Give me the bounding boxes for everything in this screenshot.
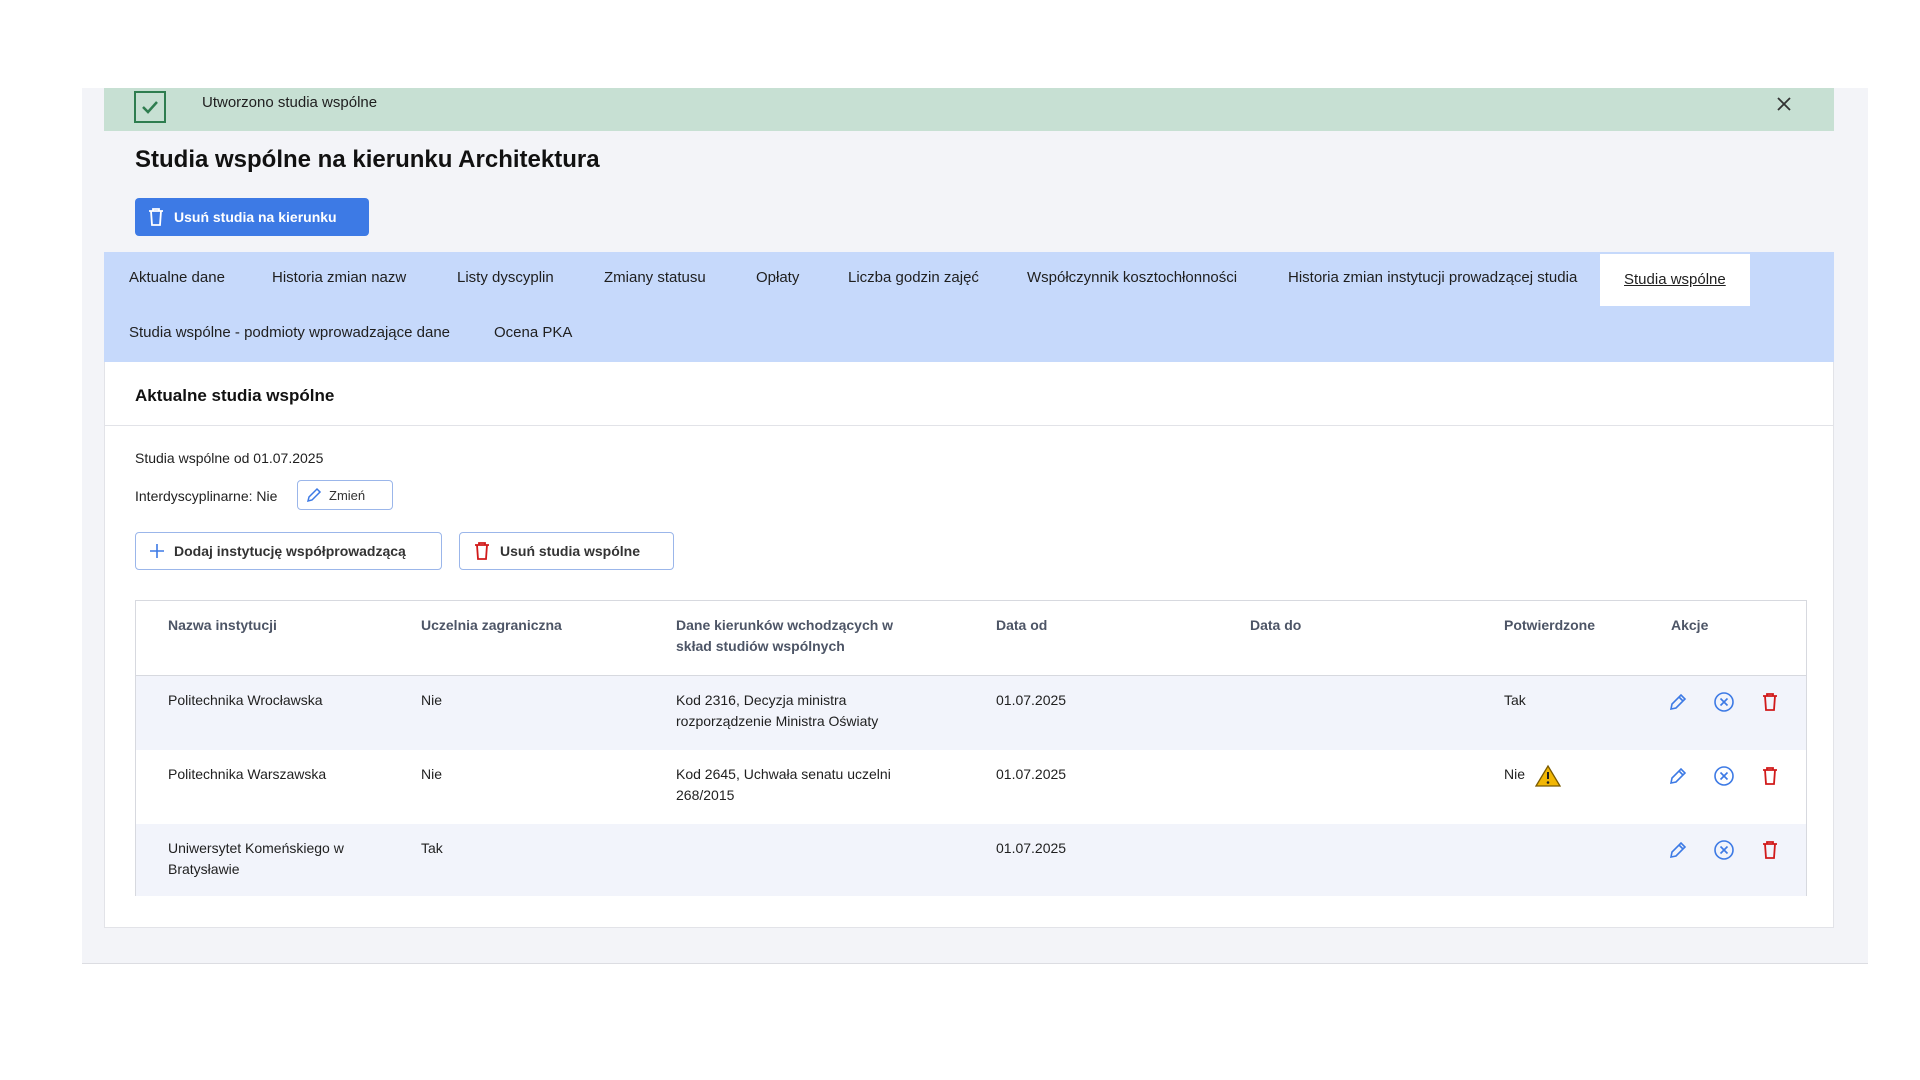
tab-name-history[interactable]: Historia zmian nazw — [272, 252, 406, 304]
pencil-icon[interactable] — [1666, 690, 1690, 714]
cell-details: Kod 2645, Uchwała senatu uczelni 268/201… — [676, 766, 891, 803]
trash-icon[interactable] — [1758, 838, 1782, 862]
column-header-actions: Akcje — [1671, 617, 1709, 633]
remove-joint-studies-label: Usuń studia wspólne — [500, 543, 641, 559]
success-alert: Utworzono studia wspólne — [104, 88, 1834, 131]
add-institution-label: Dodaj instytucję współprowadzącą — [174, 543, 406, 559]
cancel-circle-icon[interactable] — [1712, 838, 1736, 862]
remove-joint-studies-button[interactable]: Usuń studia wspólne — [459, 532, 674, 570]
cell-date-from: 01.07.2025 — [996, 692, 1067, 708]
column-header-date-to: Data do — [1250, 617, 1302, 633]
trash-icon — [474, 542, 490, 560]
since-date-text: Studia wspólne od 01.07.2025 — [135, 450, 324, 466]
check-icon — [134, 91, 166, 123]
tab-class-hours[interactable]: Liczba godzin zajęć — [848, 252, 979, 304]
pencil-icon[interactable] — [1666, 764, 1690, 788]
cell-date-from: 01.07.2025 — [996, 840, 1067, 856]
delete-program-button[interactable]: Usuń studia na kierunku — [135, 198, 369, 236]
trash-icon[interactable] — [1758, 764, 1782, 788]
interdisciplinary-text: Interdyscyplinarne: Nie — [135, 488, 278, 504]
cell-foreign: Nie — [421, 766, 443, 782]
cell-foreign: Nie — [421, 692, 443, 708]
tab-bar: Aktualne dane Historia zmian nazw Listy … — [104, 252, 1834, 362]
cell-foreign: Tak — [421, 840, 443, 856]
joint-studies-panel: Aktualne studia wspólne Studia wspólne o… — [104, 362, 1834, 928]
table-row: Uniwersytet Komeńskiego w Bratysławie Ta… — [136, 824, 1806, 896]
table-row: Politechnika Wrocławska Nie Kod 2316, De… — [136, 676, 1806, 750]
pencil-icon[interactable] — [1666, 838, 1690, 862]
tab-joint-studies[interactable]: Studia wspólne — [1600, 254, 1750, 306]
warning-icon — [1534, 764, 1562, 788]
tab-current-data[interactable]: Aktualne dane — [129, 252, 225, 304]
tab-fees[interactable]: Opłaty — [756, 252, 799, 304]
column-header-confirmed: Potwierdzone — [1504, 617, 1596, 633]
cancel-circle-icon[interactable] — [1712, 764, 1736, 788]
close-icon[interactable] — [1774, 94, 1794, 114]
plus-icon — [149, 543, 165, 559]
institutions-table: Nazwa instytucji Uczelnia zagraniczna Da… — [135, 600, 1807, 896]
tab-pka-assessment[interactable]: Ocena PKA — [494, 307, 572, 359]
column-header-details: Dane kierunków wchodzących w skład studi… — [676, 617, 894, 654]
cell-confirmed: Nie — [1504, 766, 1526, 782]
tab-joint-studies-entities[interactable]: Studia wspólne - podmioty wprowadzające … — [129, 307, 450, 359]
column-header-foreign: Uczelnia zagraniczna — [421, 617, 562, 633]
tab-cost-coefficient[interactable]: Współczynnik kosztochłonności — [1027, 252, 1237, 304]
trash-icon — [148, 208, 164, 226]
cancel-circle-icon[interactable] — [1712, 690, 1736, 714]
change-label: Zmień — [329, 487, 366, 503]
cell-confirmed: Tak — [1504, 692, 1526, 708]
add-institution-button[interactable]: Dodaj instytucję współprowadzącą — [135, 532, 442, 570]
column-header-name: Nazwa instytucji — [168, 617, 277, 633]
panel-title: Aktualne studia wspólne — [135, 386, 335, 405]
delete-program-label: Usuń studia na kierunku — [174, 209, 337, 225]
trash-icon[interactable] — [1758, 690, 1782, 714]
cell-date-from: 01.07.2025 — [996, 766, 1067, 782]
pencil-icon — [306, 487, 322, 503]
tab-discipline-lists[interactable]: Listy dyscyplin — [457, 252, 554, 304]
cell-name: Uniwersytet Komeńskiego w Bratysławie — [168, 840, 344, 877]
page-title: Studia wspólne na kierunku Architektura — [135, 146, 600, 173]
tab-status-changes[interactable]: Zmiany statusu — [604, 252, 706, 304]
tab-institution-history[interactable]: Historia zmian instytucji prowadzącej st… — [1288, 252, 1577, 304]
alert-message: Utworzono studia wspólne — [202, 94, 378, 111]
table-row: Politechnika Warszawska Nie Kod 2645, Uc… — [136, 750, 1806, 824]
change-button[interactable]: Zmień — [297, 480, 393, 510]
cell-name: Politechnika Wrocławska — [168, 692, 323, 708]
cell-name: Politechnika Warszawska — [168, 766, 327, 782]
column-header-date-from: Data od — [996, 617, 1048, 633]
panel-header: Aktualne studia wspólne — [105, 362, 1833, 426]
cell-details: Kod 2316, Decyzja ministra rozporządzeni… — [676, 692, 879, 729]
